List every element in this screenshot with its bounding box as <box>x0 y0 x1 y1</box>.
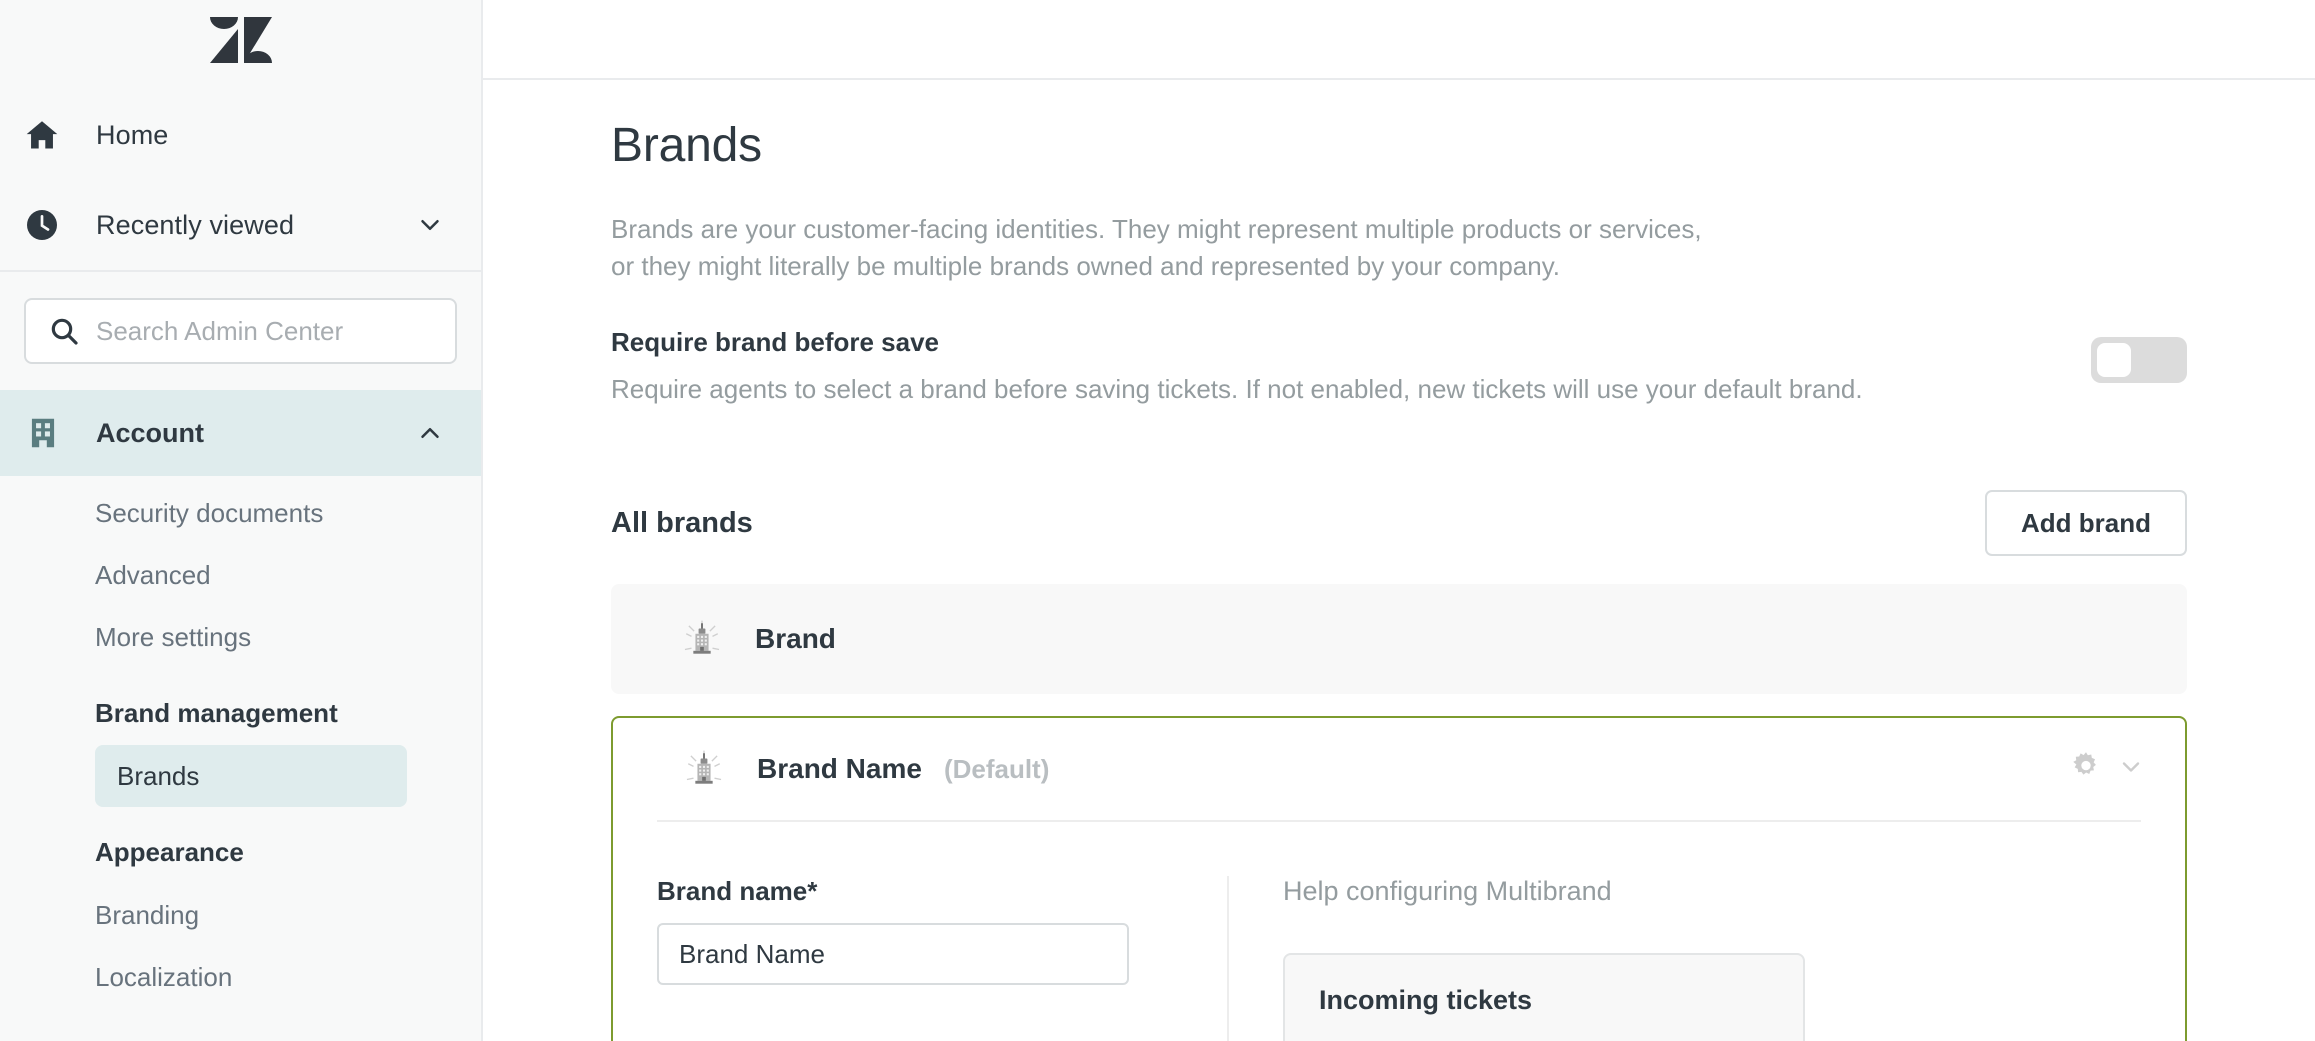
admin-center-app: Home Recently viewed Search Admin Center… <box>0 0 2315 1041</box>
sidebar-item-branding[interactable]: Branding <box>0 884 481 946</box>
zendesk-logo[interactable] <box>208 17 274 63</box>
help-card-title: Incoming tickets <box>1319 985 1533 1015</box>
brand-list: Brand Brand Name (Default) Brand name* B… <box>611 556 2315 1041</box>
require-brand-subtitle: Require agents to select a brand before … <box>611 374 1863 404</box>
sidebar-item-recently-viewed[interactable]: Recently viewed <box>0 180 481 270</box>
toggle-knob <box>2097 343 2131 377</box>
brand-default-tag: (Default) <box>943 753 1050 784</box>
require-brand-setting: Require brand before save Require agents… <box>611 285 2315 406</box>
sidebar-item-label: Security documents <box>95 497 324 528</box>
gear-icon[interactable] <box>2069 750 2103 789</box>
search-box[interactable] <box>24 298 457 364</box>
sidebar-item-label: Advanced <box>95 559 211 590</box>
help-column: Help configuring Multibrand Incoming tic… <box>1229 876 2141 1041</box>
chevron-down-icon[interactable] <box>415 210 445 240</box>
page-description-line2: or they might literally be multiple bran… <box>611 251 1561 281</box>
sidebar-item-label: Recently viewed <box>96 209 295 240</box>
logo-area <box>0 0 481 80</box>
page-description-line1: Brands are your customer-facing identiti… <box>611 214 1702 244</box>
brand-row[interactable]: Brand <box>611 584 2187 694</box>
sidebar-section-label: Account <box>96 417 204 448</box>
sidebar-item-security-documents[interactable]: Security documents <box>0 482 481 544</box>
sidebar-item-home[interactable]: Home <box>0 90 481 180</box>
home-icon <box>24 117 78 153</box>
brand-card-name: Brand Name <box>757 753 922 784</box>
sidebar-item-more-settings[interactable]: More settings <box>0 606 481 668</box>
sidebar-group-brand-management: Brand management <box>95 698 338 728</box>
search-icon <box>44 315 84 347</box>
sidebar-item-label: Localization <box>95 961 233 992</box>
brand-card-body: Brand name* Help configuring Multibrand … <box>613 822 2185 1041</box>
sidebar-item-label: Home <box>96 119 169 150</box>
sidebar-item-advanced[interactable]: Advanced <box>0 544 481 606</box>
search-input[interactable] <box>84 315 437 347</box>
brand-card: Brand Name (Default) Brand name* Brand N… <box>611 716 2187 1041</box>
require-brand-text: Require brand before save Require agents… <box>611 327 2091 406</box>
brand-name-input[interactable] <box>657 923 1129 985</box>
brand-card-actions <box>2069 750 2145 789</box>
main-inner: Brands Brands are your customer-facing i… <box>483 80 2315 1041</box>
clock-icon <box>24 207 78 243</box>
sidebar-item-label: Brands <box>117 760 200 791</box>
require-brand-toggle[interactable] <box>2091 337 2187 383</box>
page-title: Brands <box>611 119 762 172</box>
building-emoji-icon <box>679 616 725 662</box>
all-brands-label: All brands <box>611 506 753 539</box>
sidebar-section-account[interactable]: Account <box>0 390 481 476</box>
page-description: Brands are your customer-facing identiti… <box>611 173 1871 285</box>
help-card-incoming-tickets[interactable]: Incoming tickets <box>1283 953 1805 1041</box>
sidebar-item-brands[interactable]: Brands <box>95 745 407 807</box>
sidebar-group-appearance: Appearance <box>95 837 244 867</box>
all-brands-header: All brands Add brand <box>611 406 2315 556</box>
brand-card-header[interactable]: Brand Name (Default) <box>613 718 2185 820</box>
main-topbar <box>483 0 2315 80</box>
nav-primary: Home Recently viewed <box>0 80 481 270</box>
chevron-up-icon[interactable] <box>415 418 445 448</box>
brand-form-column: Brand name* <box>657 876 1227 1041</box>
search-area <box>0 272 481 390</box>
sidebar-item-label: Branding <box>95 899 200 930</box>
add-brand-button[interactable]: Add brand <box>1985 490 2187 556</box>
require-brand-title: Require brand before save <box>611 327 939 357</box>
building-icon <box>24 414 78 452</box>
main-content: Brands Brands are your customer-facing i… <box>483 0 2315 1041</box>
building-emoji-icon <box>681 746 727 792</box>
help-title: Help configuring Multibrand <box>1283 876 1612 906</box>
brand-name-label: Brand name* <box>657 876 818 906</box>
account-subitems: Security documents Advanced More setting… <box>0 476 481 668</box>
sidebar: Home Recently viewed Search Admin Center… <box>0 0 483 1041</box>
chevron-down-icon[interactable] <box>2117 753 2145 786</box>
brand-row-name: Brand <box>755 623 836 654</box>
sidebar-item-localization[interactable]: Localization <box>0 946 481 1008</box>
sidebar-item-label: More settings <box>95 621 252 652</box>
